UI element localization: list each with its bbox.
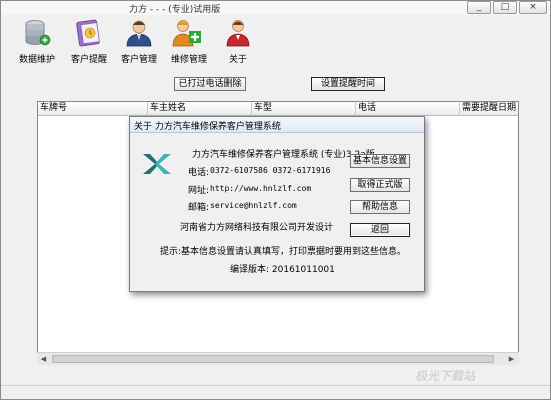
minimize-button[interactable]: _ <box>467 1 491 14</box>
get-full-version-button[interactable]: 取得正式版 <box>350 178 410 192</box>
dialog-title-bar: 关于 力方汽车维修保养客户管理系统 <box>130 117 424 133</box>
scroll-left-icon[interactable]: ◀ <box>37 353 50 365</box>
email-value[interactable]: service@hnlzlf.com <box>210 201 297 210</box>
column-header-phone[interactable]: 电话 <box>356 102 460 116</box>
close-button[interactable]: × <box>519 1 547 14</box>
toolbar-customer-reminder-button[interactable]: 客户提醒 <box>67 19 111 65</box>
reminder-icon <box>76 19 100 47</box>
column-header-model[interactable]: 车型 <box>252 102 356 116</box>
column-header-plate[interactable]: 车牌号 <box>38 102 148 116</box>
column-header-owner[interactable]: 车主姓名 <box>148 102 252 116</box>
website-label: 网址: <box>188 186 210 196</box>
main-window: 力方 - - - (专业)试用版 _ □ × 数据维护 客户提醒 客户管理 维修… <box>0 0 551 400</box>
basic-info-settings-button[interactable]: 基本信息设置 <box>350 154 410 168</box>
dialog-title: 关于 力方汽车维修保养客户管理系统 <box>134 122 281 132</box>
developer-credit: 河南省力方网络科技有限公司开发设计 <box>180 223 334 233</box>
scrollbar-thumb[interactable] <box>52 355 494 363</box>
toolbar-label: 关于 <box>228 55 247 65</box>
called-delete-button[interactable]: 已打过电话删除 <box>174 77 246 91</box>
scroll-right-icon[interactable]: ▶ <box>505 353 518 365</box>
phone-label: 电话: <box>188 168 210 178</box>
website-value[interactable]: http://www.hnlzlf.com <box>210 184 311 193</box>
about-dialog: 关于 力方汽车维修保养客户管理系统 力方汽车维修保养客户管理系统 (专业)3.2… <box>129 116 425 292</box>
database-icon <box>25 20 51 46</box>
window-title: 力方 - - - (专业)试用版 <box>129 5 221 15</box>
watermark: 极光下载站 <box>415 369 476 383</box>
back-button[interactable]: 返回 <box>350 223 410 237</box>
toolbar-label: 客户提醒 <box>70 55 107 65</box>
help-button[interactable]: 帮助信息 <box>350 200 410 214</box>
column-header-reminder-date[interactable]: 需要提醒日期 <box>460 102 518 116</box>
customer-icon <box>126 20 152 47</box>
email-label: 邮箱: <box>188 203 210 213</box>
maximize-button[interactable]: □ <box>493 1 517 14</box>
repair-add-icon <box>172 20 201 47</box>
set-reminder-time-button[interactable]: 设置提醒时间 <box>311 77 385 91</box>
toolbar-label: 客户管理 <box>120 55 157 65</box>
toolbar-label: 数据维护 <box>18 55 55 65</box>
status-bar <box>1 385 550 399</box>
product-name: 力方汽车维修保养客户管理系统 (专业)3.2a版 <box>192 150 375 160</box>
toolbar-about-button[interactable]: 关于 <box>221 19 255 65</box>
horizontal-scrollbar[interactable]: ◀ ▶ <box>37 352 519 365</box>
toolbar-data-maintenance-button[interactable]: 数据维护 <box>15 19 59 65</box>
title-bar: 力方 - - - (专业)试用版 _ □ × <box>1 1 550 15</box>
phone-value: 0372-6107586 0372-6171916 <box>210 166 331 175</box>
toolbar-repair-management-button[interactable]: 维修管理 <box>167 19 211 65</box>
toolbar: 数据维护 客户提醒 客户管理 维修管理 关于 <box>1 15 550 65</box>
about-icon <box>226 20 250 47</box>
hint-text: 提示:基本信息设置请认真填写，打印票据时要用到这些信息。 <box>160 247 407 257</box>
table-header: 车牌号 车主姓名 车型 电话 需要提醒日期 <box>38 102 518 116</box>
toolbar-customer-management-button[interactable]: 客户管理 <box>117 19 161 65</box>
toolbar-label: 维修管理 <box>170 55 207 65</box>
build-version: 编译版本: 20161011001 <box>230 265 335 275</box>
company-logo-icon <box>143 154 171 174</box>
